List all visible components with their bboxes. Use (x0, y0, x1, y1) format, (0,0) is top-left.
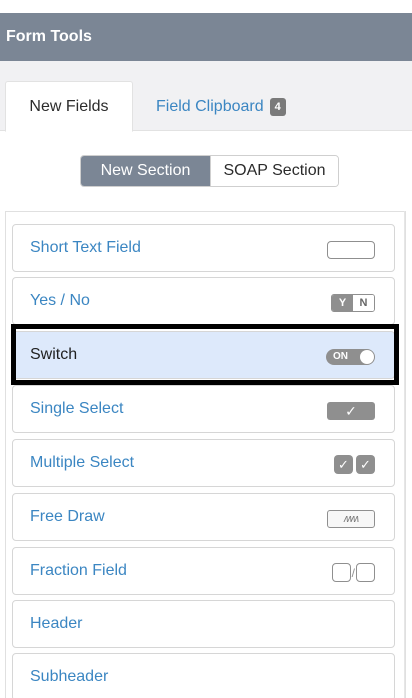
tab-field-clipboard-label: Field Clipboard (156, 97, 264, 115)
tab-new-fields-label: New Fields (29, 97, 109, 115)
field-subheader[interactable]: Subheader (12, 653, 395, 698)
check-box-icon: ✓ (334, 455, 353, 474)
text-input-icon (327, 241, 375, 259)
field-multiple-select[interactable]: Multiple Select ✓ ✓ (12, 439, 395, 487)
fraction-slash: / (351, 565, 355, 580)
new-section-button[interactable]: New Section (81, 156, 210, 186)
selection-highlight-box (11, 324, 399, 385)
single-check-icon: ✓ (327, 402, 375, 420)
field-fraction[interactable]: Fraction Field / (12, 547, 395, 595)
field-label: Short Text Field (30, 239, 141, 256)
field-header[interactable]: Header (12, 600, 395, 648)
clipboard-count-badge: 4 (269, 97, 286, 116)
fraction-denominator-box (356, 563, 375, 582)
field-short-text[interactable]: Short Text Field (12, 224, 395, 272)
tab-bar: New Fields Field Clipboard 4 (0, 61, 412, 132)
field-label: Free Draw (30, 508, 105, 525)
fraction-numerator-box (331, 563, 351, 582)
field-label: Subheader (30, 668, 109, 685)
fraction-icon: / (331, 563, 375, 582)
field-yes-no[interactable]: Yes / No Y N (12, 277, 395, 325)
form-tools-header: Form Tools (0, 13, 412, 61)
multiple-check-icon: ✓ ✓ (334, 455, 375, 474)
scrollbar-track[interactable] (404, 211, 405, 698)
soap-section-button[interactable]: SOAP Section (210, 156, 338, 186)
check-box-icon: ✓ (356, 455, 375, 474)
tab-field-clipboard[interactable]: Field Clipboard 4 (156, 81, 286, 132)
tab-new-fields[interactable]: New Fields (5, 81, 133, 132)
yes-no-icon-y: Y (332, 295, 353, 311)
field-free-draw[interactable]: Free Draw ʍʍ (12, 493, 395, 541)
field-label: Fraction Field (30, 562, 127, 579)
field-single-select[interactable]: Single Select ✓ (12, 385, 395, 433)
header-title: Form Tools (6, 28, 92, 45)
field-label: Yes / No (30, 292, 90, 309)
yes-no-icon: Y N (331, 294, 375, 312)
section-toggle: New Section SOAP Section (80, 155, 339, 187)
free-draw-icon: ʍʍ (327, 510, 375, 528)
field-label: Single Select (30, 400, 124, 417)
field-label: Multiple Select (30, 454, 135, 471)
yes-no-icon-n: N (353, 295, 374, 311)
field-label: Header (30, 615, 83, 632)
